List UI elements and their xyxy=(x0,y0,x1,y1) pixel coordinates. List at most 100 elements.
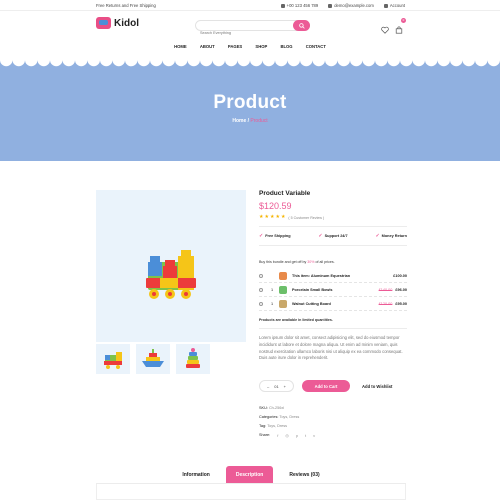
toy-train-image xyxy=(146,250,196,299)
search-bar xyxy=(195,20,310,38)
feature-item: ✓ Free Shipping xyxy=(259,233,291,239)
tag-row: Tag: Toys, Dress xyxy=(259,424,288,429)
bundle-item-qty: 1 xyxy=(271,287,274,292)
feature-item: ✓ Support 24/7 xyxy=(318,233,348,239)
page-title: Product xyxy=(213,92,287,113)
star-icon: ★ xyxy=(259,214,264,220)
nav-home[interactable]: HOME xyxy=(174,44,187,49)
top-bar: Free Returns and Free Shipping +00 123 4… xyxy=(0,0,500,11)
bundle-title: Buy this bundle and get off by 30% of al… xyxy=(259,260,335,264)
bundle-item-name[interactable]: This item: Aluminum Equestrian xyxy=(292,274,390,278)
phone-link[interactable]: +00 123 456 789 xyxy=(280,3,318,8)
categories-value[interactable]: Toys, Dress xyxy=(279,415,299,419)
product-title: Product Variable xyxy=(259,190,311,197)
bundle-item-image xyxy=(279,285,287,294)
product-price: $120.59 xyxy=(259,201,292,211)
thumbnail-boat[interactable] xyxy=(136,344,170,374)
bundle-item: This item: Aluminum Equestrian £100.00 xyxy=(259,269,407,283)
search-input[interactable] xyxy=(196,28,292,38)
star-icon: ★ xyxy=(264,214,269,220)
plus-icon[interactable]: + xyxy=(284,384,286,389)
nav-pages[interactable]: PAGES xyxy=(228,44,242,49)
thumbnail-stacker[interactable] xyxy=(176,344,210,374)
vimeo-icon[interactable]: v xyxy=(313,431,315,440)
check-icon: ✓ xyxy=(318,233,323,239)
bundle-item-old-price: £140.00 xyxy=(378,287,393,292)
tab-description[interactable]: Description xyxy=(225,466,274,483)
product-tabs: Information Description Reviews (03) xyxy=(96,466,406,484)
bundle-item-radio[interactable] xyxy=(259,301,263,306)
phone-icon xyxy=(280,3,285,8)
check-icon: ✓ xyxy=(375,233,380,239)
facebook-icon[interactable]: f xyxy=(277,431,278,440)
cart-button[interactable]: 0 xyxy=(395,18,406,34)
bundle-item-name[interactable]: Porcelain Small Bowls xyxy=(292,288,379,292)
nav-blog[interactable]: BLOG xyxy=(280,44,292,49)
share-label: Share: xyxy=(259,433,271,438)
nav-about[interactable]: ABOUT xyxy=(200,44,215,49)
star-icon: ★ xyxy=(280,214,286,220)
train-thumb-image xyxy=(104,352,122,369)
logo[interactable]: Kidol xyxy=(96,17,139,29)
tag-value[interactable]: Toys, Dress xyxy=(267,424,287,428)
sku-row: SKU: Ch-256xl xyxy=(259,406,285,411)
tab-reviews[interactable]: Reviews (03) xyxy=(279,466,329,483)
logo-text: Kidol xyxy=(114,17,139,29)
bundle-item-image xyxy=(279,271,287,280)
search-icon xyxy=(298,22,305,29)
share-row: Share: f ◎ p t v xyxy=(259,431,407,440)
breadcrumb-home[interactable]: Home xyxy=(232,118,246,124)
stacker-thumb-image xyxy=(186,348,200,368)
twitter-icon[interactable]: t xyxy=(305,431,306,440)
cloud-wave-decoration xyxy=(0,55,500,67)
divider xyxy=(259,226,407,227)
star-icon: ★ xyxy=(275,214,280,220)
add-to-cart-button[interactable]: Add to Cart xyxy=(302,380,350,393)
tab-information[interactable]: Information xyxy=(172,466,220,483)
divider xyxy=(259,328,407,329)
sku-value: Ch-256xl xyxy=(268,406,285,411)
mail-icon xyxy=(328,3,333,8)
search-button[interactable] xyxy=(293,20,310,31)
reviews-link[interactable]: ( 5 Customer Review ) xyxy=(288,216,324,220)
pinterest-icon[interactable]: p xyxy=(296,431,298,440)
bundle-item-name[interactable]: Walnut Cutting Board xyxy=(292,302,379,306)
minus-icon[interactable]: – xyxy=(267,384,269,389)
bundle-item-radio[interactable] xyxy=(259,273,263,278)
divider xyxy=(259,245,407,246)
quantity-stepper[interactable]: – 01 + xyxy=(259,380,294,393)
bundle-item-image xyxy=(279,299,287,308)
cart-count-badge: 0 xyxy=(401,18,406,23)
bundle-item-qty: 1 xyxy=(271,301,274,306)
bundle-item-price: £100.00 xyxy=(393,273,407,278)
breadcrumb-current: Product xyxy=(250,118,268,124)
tab-content-panel xyxy=(96,484,406,500)
logo-icon xyxy=(96,17,111,29)
promo-text: Free Returns and Free Shipping xyxy=(96,3,156,8)
product-rating: ★ ★ ★ ★ ★ ( 5 Customer Review ) xyxy=(259,215,407,220)
product-main-image[interactable] xyxy=(96,190,246,342)
add-to-wishlist-link[interactable]: Add to Wishlist xyxy=(362,384,392,389)
bag-icon xyxy=(395,26,403,34)
thumbnail-train[interactable] xyxy=(96,344,130,374)
nav-contact[interactable]: CONTACT xyxy=(306,44,326,49)
bundle-item-price: £95.00 xyxy=(395,301,407,306)
header: Kidol 0 xyxy=(0,12,500,42)
account-link[interactable]: Account xyxy=(383,3,405,8)
check-icon: ✓ xyxy=(259,233,264,239)
dribbble-icon[interactable]: ◎ xyxy=(285,431,289,440)
breadcrumb: Home / Product xyxy=(0,118,500,124)
email-link[interactable]: demo@example.com xyxy=(328,3,374,8)
availability-note: Products are available in limited quanti… xyxy=(259,318,333,322)
wishlist-button[interactable] xyxy=(381,21,389,34)
heart-icon xyxy=(381,26,389,34)
bundle-item: 1 Walnut Cutting Board £120.00 £95.00 xyxy=(259,297,407,311)
product-meta: SKU: Ch-256xl Categories: Toys, Dress Ta… xyxy=(259,404,407,440)
product-description: Lorem ipsum dolor sit amet, consect adip… xyxy=(259,335,403,361)
feature-list: ✓ Free Shipping ✓ Support 24/7 ✓ Money Retu… xyxy=(259,233,407,239)
star-icon: ★ xyxy=(269,214,275,220)
nav-shop[interactable]: SHOP xyxy=(255,44,267,49)
purchase-row: – 01 + Add to Cart Add to Wishlist xyxy=(259,380,407,393)
bundle-item-radio[interactable] xyxy=(259,287,263,292)
user-icon xyxy=(383,3,388,8)
